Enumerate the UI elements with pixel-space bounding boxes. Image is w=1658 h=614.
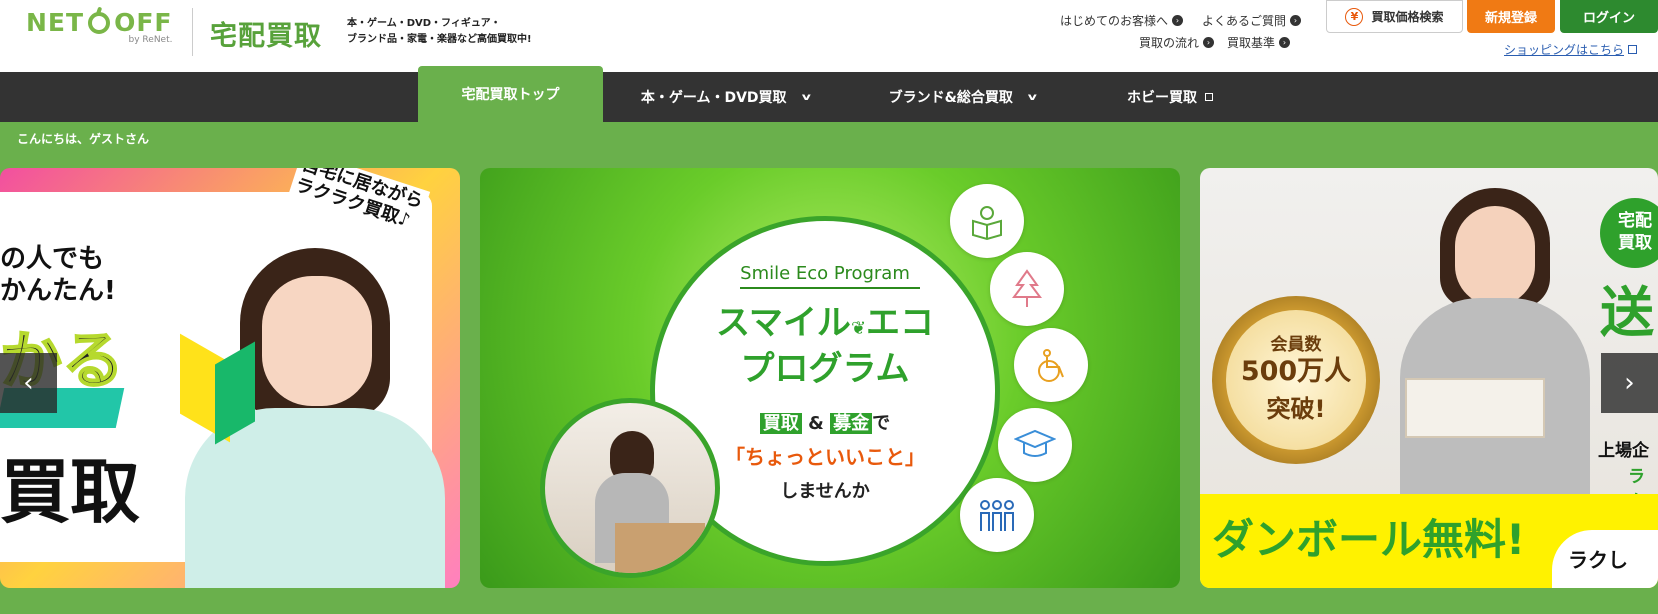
main-nav: 宅配買取トップ 本・ゲーム・DVD買取 v ブランド&総合買取 v ホビー買取 xyxy=(0,66,1658,122)
logo-leaf-icon xyxy=(88,11,111,34)
chip-amp: & xyxy=(808,413,824,434)
eco-program-en: Smile Eco Program xyxy=(740,263,910,284)
chevron-right-icon: › xyxy=(1203,37,1215,48)
link-faq-label: よくあるご質問 xyxy=(1202,14,1287,28)
badge-line-3: 突破! xyxy=(1266,395,1326,423)
people-icon xyxy=(960,478,1034,552)
greeting-text: こんにちは、ゲストさん xyxy=(17,132,150,146)
eco-title-1b: エコ xyxy=(866,303,935,343)
link-first-time[interactable]: はじめてのお客様へ › xyxy=(1060,12,1184,29)
site-header: NET OFF by ReNet. 宅配買取 本・ゲーム・DVD・フィギュア・ … xyxy=(0,0,1658,72)
tagline: 本・ゲーム・DVD・フィギュア・ ブランド品・家電・楽器など高価買取中! xyxy=(347,16,547,48)
tagline-line-2: ブランド品・家電・楽器など高価買取中! xyxy=(347,34,532,45)
free-box-text: ダンボール無料! xyxy=(1212,515,1526,564)
tagline-line-1: 本・ゲーム・DVD・フィギュア・ xyxy=(347,18,501,29)
banner-right-easy: ラクし xyxy=(1568,548,1628,572)
chevron-left-icon: ‹ xyxy=(23,368,34,398)
nav-tab-hobby-label: ホビー買取 xyxy=(1127,90,1197,106)
chevron-right-icon: › xyxy=(1172,15,1184,26)
link-flow[interactable]: 買取の流れ › xyxy=(1139,34,1215,51)
badge-line-2: 500万人 xyxy=(1240,356,1352,387)
link-criteria-label: 買取基準 xyxy=(1227,36,1276,50)
chevron-right-icon: › xyxy=(1624,368,1635,398)
chevron-right-icon: › xyxy=(1290,15,1302,26)
carousel-prev-button[interactable]: ‹ xyxy=(0,353,57,413)
chevron-right-icon: › xyxy=(1279,37,1291,48)
chevron-down-icon: v xyxy=(801,91,811,103)
eco-title-2: プログラム xyxy=(740,349,910,389)
eco-underline xyxy=(740,287,920,289)
badge-line-1: 会員数 xyxy=(1270,335,1322,355)
member-count-badge: 会員数 500万人 突破! xyxy=(1212,296,1380,464)
link-faq[interactable]: よくあるご質問 › xyxy=(1202,12,1302,29)
logo-text-off: OFF xyxy=(114,8,173,37)
logo-divider xyxy=(192,8,193,56)
tree-icon xyxy=(990,252,1064,326)
model-face xyxy=(262,276,372,406)
banner-left-big2: 買取 xyxy=(0,451,140,533)
eco-title-1a: スマイル xyxy=(715,303,851,343)
price-search-button[interactable]: ¥ 買取価格検索 xyxy=(1326,0,1463,33)
nav-tab-top[interactable]: 宅配買取トップ xyxy=(418,66,603,122)
banner-right-corner: 宅配 買取 xyxy=(1600,198,1658,268)
graduation-cap-icon xyxy=(998,408,1072,482)
shopping-link[interactable]: ショッピングはこちら xyxy=(1504,41,1638,58)
eco-sprout-icon: ❦ xyxy=(850,318,867,339)
books-stack xyxy=(1405,378,1545,438)
nav-tab-books-label: 本・ゲーム・DVD買取 xyxy=(640,90,787,106)
shopping-link-label: ショッピングはこちら xyxy=(1504,43,1625,57)
main-area: こんにちは、ゲストさん の人でも かんたん! かる 買取 自宅に居ながら ラクラ… xyxy=(0,122,1658,614)
nav-tab-top-label: 宅配買取トップ xyxy=(461,87,560,103)
model-right-face xyxy=(1455,206,1535,306)
chip-buy: 買取 xyxy=(759,413,802,434)
banner-right-send: 送 xyxy=(1600,281,1654,344)
link-criteria[interactable]: 買取基準 › xyxy=(1227,34,1291,51)
nav-tab-brand[interactable]: ブランド&総合買取 v xyxy=(862,72,1062,122)
logo-text-net: NET xyxy=(26,8,85,37)
eco-buy-donate: 買取 & 募金で xyxy=(655,409,995,435)
banner-right-corner-2: 買取 xyxy=(1618,233,1652,253)
external-link-icon xyxy=(1628,45,1638,54)
banner-smile-eco[interactable]: Smile Eco Program スマイル❦エコ プログラム 買取 & 募金で… xyxy=(480,168,1180,588)
service-name: 宅配買取 xyxy=(210,21,322,52)
member-count-badge-inner: 会員数 500万人 突破! xyxy=(1226,310,1366,450)
banner-right-listed: 上場企 xyxy=(1598,441,1649,461)
nav-tab-books-games[interactable]: 本・ゲーム・DVD買取 v xyxy=(620,72,830,122)
book-icon xyxy=(950,184,1024,258)
eco-photo-woman xyxy=(540,398,720,578)
banner-right-corner-1: 宅配 xyxy=(1618,211,1652,231)
nav-tab-hobby[interactable]: ホビー買取 xyxy=(1100,72,1240,122)
banner-left-line2: かんたん! xyxy=(0,276,116,306)
link-flow-label: 買取の流れ xyxy=(1139,36,1200,50)
chevron-down-icon: v xyxy=(1027,91,1037,103)
chip-de: で xyxy=(872,413,891,434)
yen-icon: ¥ xyxy=(1345,7,1364,26)
login-button[interactable]: ログイン xyxy=(1560,0,1658,33)
eco-title-1: スマイル❦エコ xyxy=(655,295,995,344)
carousel-next-button[interactable]: › xyxy=(1601,353,1658,413)
banner-beginner[interactable]: の人でも かんたん! かる 買取 自宅に居ながら ラクラク買取♪ xyxy=(0,168,460,588)
site-logo[interactable]: NET OFF by ReNet. xyxy=(26,8,172,45)
register-button[interactable]: 新規登録 xyxy=(1467,0,1555,33)
eco-photo-box xyxy=(615,523,705,573)
nav-tab-brand-label: ブランド&総合買取 xyxy=(888,90,1013,106)
link-first-time-label: はじめてのお客様へ xyxy=(1060,14,1169,28)
free-box-band: ダンボール無料! ラクし xyxy=(1200,494,1658,588)
price-search-label: 買取価格検索 xyxy=(1371,10,1444,24)
wheelchair-icon xyxy=(1014,328,1088,402)
chip-donate: 募金 xyxy=(830,413,873,434)
external-link-icon xyxy=(1205,93,1213,101)
